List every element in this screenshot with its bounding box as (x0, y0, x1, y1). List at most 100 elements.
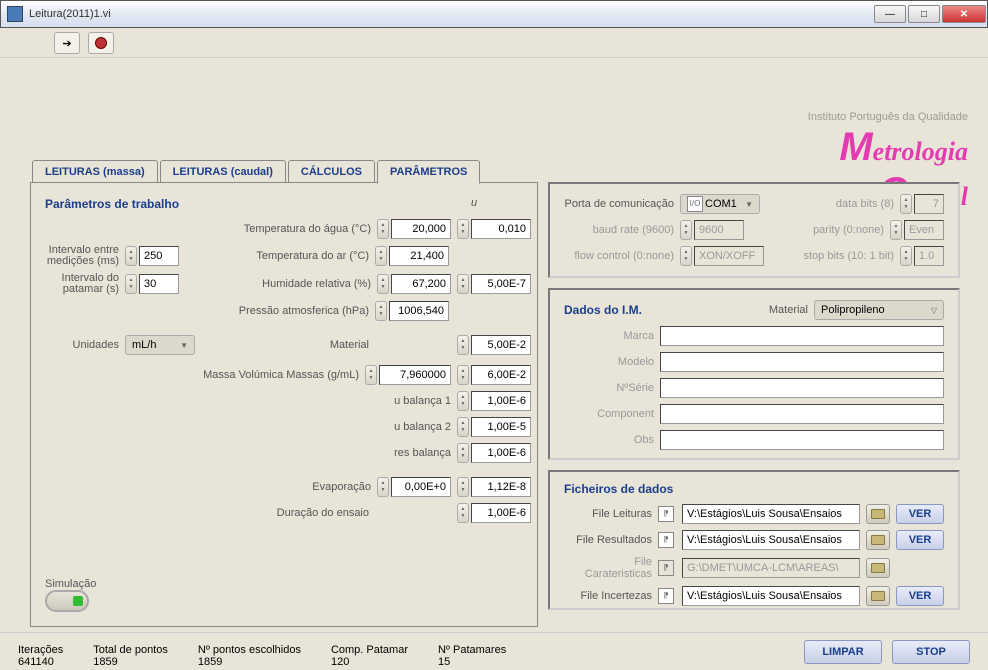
evap-u-field[interactable] (471, 477, 531, 497)
spinner-icon[interactable]: ▲▼ (457, 417, 469, 437)
spinner-icon: ▲▼ (900, 246, 912, 266)
humidade-field[interactable] (391, 274, 451, 294)
humidade-u-field[interactable] (471, 274, 531, 294)
browse-carater-button[interactable] (866, 558, 890, 578)
ubal1-u-field[interactable] (471, 391, 531, 411)
spinner-icon[interactable]: ▲▼ (457, 391, 469, 411)
obs-field[interactable] (660, 430, 944, 450)
spinner-icon[interactable]: ▲▼ (365, 365, 377, 385)
ver-incertezas-button[interactable]: VER (896, 586, 944, 606)
spinner-icon[interactable]: ▲▼ (457, 219, 469, 239)
window-titlebar: Leitura(2011)1.vi — □ ✕ (0, 0, 988, 28)
spinner-icon[interactable]: ▲▼ (457, 335, 469, 355)
spinner-icon[interactable]: ▲▼ (377, 219, 389, 239)
obs-label: Obs (564, 434, 654, 446)
folder-icon (871, 591, 885, 601)
file-resultados-field[interactable] (682, 530, 860, 550)
unidades-dropdown[interactable]: mL/h▼ (125, 335, 195, 355)
pressao-field[interactable] (389, 301, 449, 321)
material-u-field[interactable] (471, 335, 531, 355)
modelo-field[interactable] (660, 352, 944, 372)
spinner-icon: ▲▼ (890, 220, 902, 240)
close-button[interactable]: ✕ (942, 5, 986, 23)
databits-label: data bits (8) (836, 198, 894, 210)
simulacao-toggle[interactable] (45, 590, 89, 612)
porta-dropdown[interactable]: I/OCOM1▼ (680, 194, 760, 214)
abort-button[interactable] (88, 32, 114, 54)
resbal-u-field[interactable] (471, 443, 531, 463)
stopbits-field (914, 246, 944, 266)
modelo-label: Modelo (564, 356, 654, 368)
spinner-icon[interactable]: ▲▼ (125, 274, 137, 294)
tab-calculos[interactable]: CÁLCULOS (288, 160, 375, 184)
spinner-icon[interactable]: ▲▼ (377, 477, 389, 497)
intervalo-pat-field[interactable] (139, 274, 179, 294)
temp-agua-field[interactable] (391, 219, 451, 239)
spinner-icon[interactable]: ▲▼ (457, 274, 469, 294)
files-title: Ficheiros de dados (564, 482, 944, 496)
flow-label: flow control (0:none) (564, 250, 674, 262)
spinner-icon[interactable]: ▲▼ (457, 503, 469, 523)
run-button[interactable]: ➔ (54, 32, 80, 54)
nserie-field[interactable] (660, 378, 944, 398)
massa-vol-field[interactable] (379, 365, 451, 385)
iter-value: 641140 (18, 656, 63, 668)
ver-leituras-button[interactable]: VER (896, 504, 944, 524)
file-incertezas-label: File Incertezas (564, 590, 652, 602)
file-leituras-field[interactable] (682, 504, 860, 524)
minimize-button[interactable]: — (874, 5, 906, 23)
temp-ar-field[interactable] (389, 246, 449, 266)
institute-text: Instituto Português da Qualidade (808, 111, 968, 123)
nserie-label: NºSérie (564, 382, 654, 394)
params-title: Parâmetros de trabalho (45, 197, 523, 211)
ubal1-label: u balança 1 (394, 395, 451, 407)
file-resultados-label: File Resultados (564, 534, 652, 546)
total-label: Total de pontos (93, 644, 168, 656)
unidades-label: Unidades (41, 339, 119, 351)
temp-agua-u-field[interactable] (471, 219, 531, 239)
im-material-dropdown[interactable]: Polipropileno▽ (814, 300, 944, 320)
comp-value: 120 (331, 656, 408, 668)
evap-field[interactable] (391, 477, 451, 497)
spinner-icon[interactable]: ▲▼ (377, 274, 389, 294)
spinner-icon[interactable]: ▲▼ (375, 301, 387, 321)
window-title: Leitura(2011)1.vi (29, 8, 873, 20)
tab-leituras-massa[interactable]: LEITURAS (massa) (32, 160, 158, 184)
component-field[interactable] (660, 404, 944, 424)
file-incertezas-field[interactable] (682, 586, 860, 606)
browse-resultados-button[interactable] (866, 530, 890, 550)
comp-label: Comp. Patamar (331, 644, 408, 656)
simulacao-label: Simulação (45, 578, 96, 590)
dur-u-field[interactable] (471, 503, 531, 523)
npat-value: 15 (438, 656, 506, 668)
browse-incertezas-button[interactable] (866, 586, 890, 606)
spinner-icon[interactable]: ▲▼ (457, 477, 469, 497)
parity-field (904, 220, 944, 240)
maximize-button[interactable]: □ (908, 5, 940, 23)
massa-vol-u-field[interactable] (471, 365, 531, 385)
intervalo-med-field[interactable] (139, 246, 179, 266)
spinner-icon: ▲▼ (680, 246, 692, 266)
tab-parametros[interactable]: PARÂMETROS (377, 160, 480, 184)
spinner-icon[interactable]: ▲▼ (457, 443, 469, 463)
pressao-label: Pressão atmosferica (hPa) (239, 305, 369, 317)
ver-resultados-button[interactable]: VER (896, 530, 944, 550)
spinner-icon[interactable]: ▲▼ (457, 365, 469, 385)
status-bar: Iterações641140 Total de pontos1859 Nº p… (0, 632, 988, 670)
npat-label: Nº Patamares (438, 644, 506, 656)
browse-leituras-button[interactable] (866, 504, 890, 524)
u-column-header: u (471, 197, 477, 209)
limpar-button[interactable]: LIMPAR (804, 640, 882, 664)
toolbar: ➔ (0, 28, 988, 58)
im-title: Dados do I.M. (564, 303, 642, 317)
tab-leituras-caudal[interactable]: LEITURAS (caudal) (160, 160, 286, 184)
marca-field[interactable] (660, 326, 944, 346)
stop-button[interactable]: STOP (892, 640, 970, 664)
spinner-icon[interactable]: ▲▼ (375, 246, 387, 266)
path-icon: ⁋ (658, 506, 674, 522)
ubal2-u-field[interactable] (471, 417, 531, 437)
material-label: Material (330, 339, 369, 351)
iter-label: Iterações (18, 644, 63, 656)
spinner-icon[interactable]: ▲▼ (125, 246, 137, 266)
file-carater-label: File Carateristicas (564, 556, 652, 580)
